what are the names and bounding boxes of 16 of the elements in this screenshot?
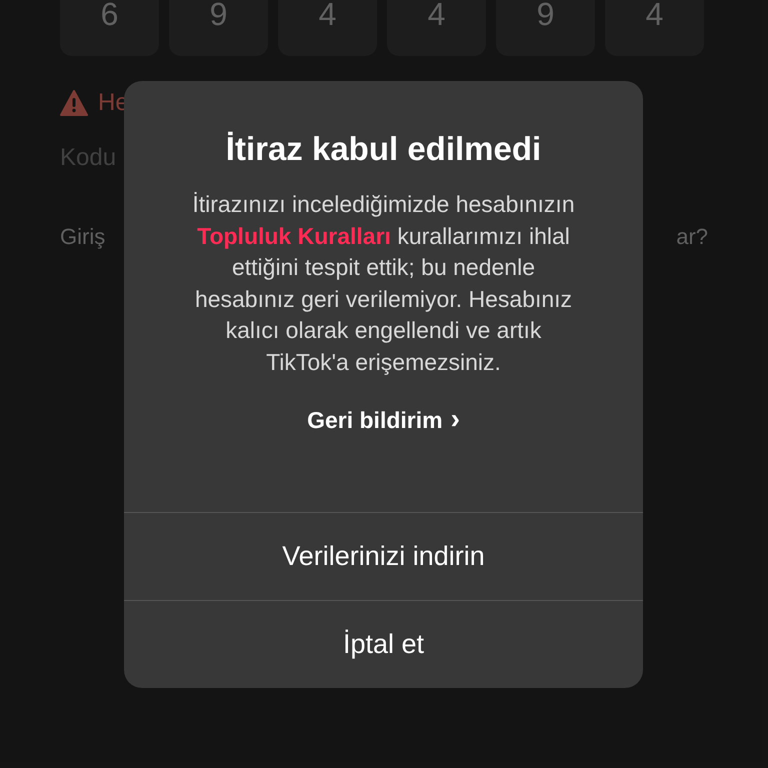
code-digit-box[interactable]: 9 [169,0,268,56]
download-data-button[interactable]: Verilerinizi indirin [124,512,643,600]
code-digit-box[interactable]: 4 [387,0,486,56]
code-digit-box[interactable]: 6 [60,0,159,56]
community-guidelines-link[interactable]: Topluluk Kuralları [197,222,391,248]
feedback-link[interactable]: Geri bildirim › [307,402,460,438]
code-digit-box[interactable]: 4 [278,0,377,56]
cancel-button[interactable]: İptal et [124,600,643,688]
warning-icon [60,90,88,116]
code-digit-box[interactable]: 9 [496,0,595,56]
code-digit-box[interactable]: 4 [605,0,704,56]
login-prompt: ar? [676,223,708,251]
dialog-title: İtiraz kabul edilmedi [226,129,542,169]
login-prompt: Giriş [60,223,106,251]
chevron-icon: › [450,404,460,432]
dialog-message: İtirazınızı incelediğimizde hesabınızın Topluluk Kuralları kurallarımızı ihlal ettiğini tespit ettik; bu nedenle hesabınız geri verilemiyor. Hesabınız kalıcı olarak engellendi ve artık TikTok'a erişemezsiniz. [191,190,576,377]
